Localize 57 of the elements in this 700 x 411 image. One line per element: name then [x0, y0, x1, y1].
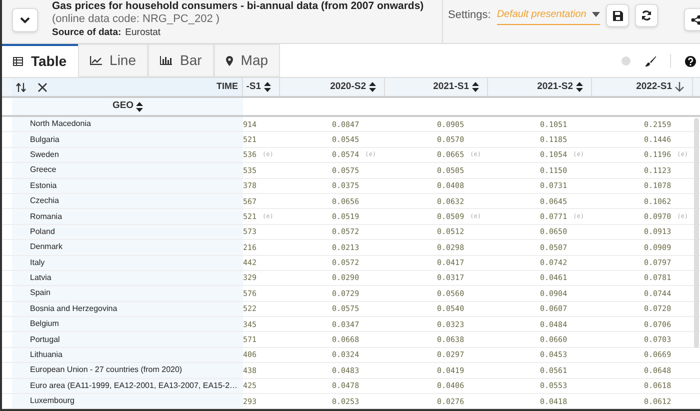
- scrollbar[interactable]: [694, 118, 699, 348]
- country-label: Portugal: [30, 334, 60, 346]
- dataset-code: (online data code: NRG_PC_202 ): [52, 13, 220, 27]
- sort-icon: [264, 82, 271, 92]
- country-label: Poland: [30, 226, 55, 238]
- view-tab[interactable]: Bar: [148, 44, 214, 77]
- sort-icon: [576, 82, 583, 92]
- time-label: TIME: [216, 80, 238, 94]
- country-label: Denmark: [30, 241, 62, 254]
- country-label: Spain: [30, 287, 50, 300]
- country-label: Bulgaria: [30, 134, 60, 146]
- country-label: European Union - 27 countries (from 2020): [30, 364, 182, 376]
- line-chart-icon: [90, 56, 102, 65]
- save-button[interactable]: [606, 4, 630, 27]
- settings-label: Settings:: [448, 8, 491, 24]
- caret-icon: [592, 12, 600, 16]
- sort-icon: [369, 82, 376, 92]
- country-label: Lithuania: [30, 349, 62, 362]
- swap-axes-icon[interactable]: [38, 82, 47, 92]
- column-header[interactable]: 2020-S2: [280, 78, 385, 96]
- country-label: Euro area (EA11-1999, EA12-2001, EA13-2007, EA15-2…: [30, 380, 238, 392]
- collapse-button[interactable]: [12, 8, 38, 32]
- country-label: Luxembourg: [30, 395, 74, 408]
- chevron-icon: [20, 16, 30, 24]
- column-header[interactable]: 2022-S1: [592, 78, 693, 96]
- country-label: Estonia: [30, 180, 57, 192]
- column-header[interactable]: 2021-S1: [385, 78, 488, 96]
- dataset-title: Gas prices for household consumers - bi-annual data (from 2007 onwards): [52, 0, 424, 14]
- save-icon: [612, 10, 623, 20]
- help-icon[interactable]: [685, 56, 696, 66]
- refresh-icon: [641, 10, 652, 21]
- source-name: Eurostat: [125, 26, 161, 39]
- column-header[interactable]: 2021-S2: [488, 78, 592, 96]
- country-label: North Macedonia: [30, 118, 91, 130]
- bar-chart-icon: [160, 56, 172, 65]
- table-icon: [13, 57, 23, 66]
- view-tab[interactable]: Line: [78, 44, 148, 77]
- country-label: Sweden: [30, 148, 59, 161]
- sort-icon: [136, 102, 143, 112]
- brush-icon[interactable]: [645, 56, 656, 66]
- map-pin-icon: [226, 56, 233, 66]
- country-label: Latvia: [30, 272, 52, 284]
- country-label: Italy: [30, 256, 45, 269]
- geo-header[interactable]: GEO: [112, 99, 143, 114]
- sorted-arrow-icon: [675, 82, 684, 92]
- country-label: Romania: [30, 210, 62, 223]
- sort-icon[interactable]: [16, 82, 26, 92]
- country-label: Belgium: [30, 318, 59, 330]
- sort-icon: [472, 82, 479, 92]
- country-label: Greece: [30, 164, 56, 176]
- column-header[interactable]: -S1: [243, 78, 280, 96]
- refresh-button[interactable]: [635, 4, 658, 27]
- country-label: Czechia: [30, 195, 59, 208]
- view-tab[interactable]: Map: [214, 44, 280, 77]
- share-icon: [691, 14, 700, 24]
- source-label: Source of data:: [52, 26, 122, 39]
- country-label: Bosnia and Herzegovina: [30, 302, 118, 315]
